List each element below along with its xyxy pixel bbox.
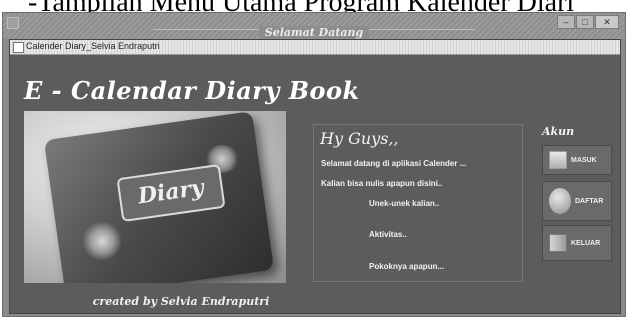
maximize-button[interactable]: □ [576, 15, 594, 29]
window-controls: – □ ✕ [556, 15, 619, 29]
exit-door-icon [549, 234, 567, 252]
greeting-line: Pokoknya apapun... [369, 262, 445, 271]
app-heading: E - Calendar Diary Book [24, 76, 360, 105]
akun-panel: Akun MASUK DAFTAR KELUAR [540, 125, 616, 285]
internal-frame-titlebar[interactable]: Calender Diary_Selvia Endraputri [10, 40, 620, 55]
diary-photo: Diary [24, 111, 286, 283]
internal-frame: Calender Diary_Selvia Endraputri E - Cal… [9, 39, 621, 314]
credit-text: created by Selvia Endraputri [92, 295, 270, 308]
greeting-hello: Hy Guys,, [320, 129, 399, 148]
greeting-line: Kalian bisa nulis apapun disini.. [321, 179, 443, 188]
greeting-panel: Hy Guys,, Selamat datang di aplikasi Cal… [313, 124, 523, 282]
greeting-line: Unek-unek kalian.. [369, 199, 440, 208]
close-button[interactable]: ✕ [595, 15, 619, 29]
window-title: Selamat Datang [258, 26, 370, 39]
window-titlebar[interactable]: Selamat Datang – □ ✕ [3, 13, 625, 39]
greeting-line: Selamat datang di aplikasi Calender ... [321, 159, 467, 168]
akun-title: Akun [542, 125, 575, 138]
flower-ornament [82, 221, 122, 261]
keluar-button[interactable]: KELUAR [542, 225, 612, 261]
login-icon [549, 151, 567, 169]
daftar-button[interactable]: DAFTAR [542, 181, 612, 221]
internal-frame-title: Calender Diary_Selvia Endraputri [26, 41, 160, 51]
masuk-button[interactable]: MASUK [542, 145, 612, 175]
main-window: Selamat Datang – □ ✕ Calender Diary_Selv… [2, 12, 626, 317]
frame-icon [13, 42, 24, 53]
daftar-label: DAFTAR [575, 197, 604, 205]
masuk-label: MASUK [571, 156, 597, 164]
user-icon [549, 188, 571, 214]
greeting-line: Aktivitas.. [369, 230, 407, 239]
minimize-button[interactable]: – [557, 15, 575, 29]
keluar-label: KELUAR [571, 239, 601, 247]
